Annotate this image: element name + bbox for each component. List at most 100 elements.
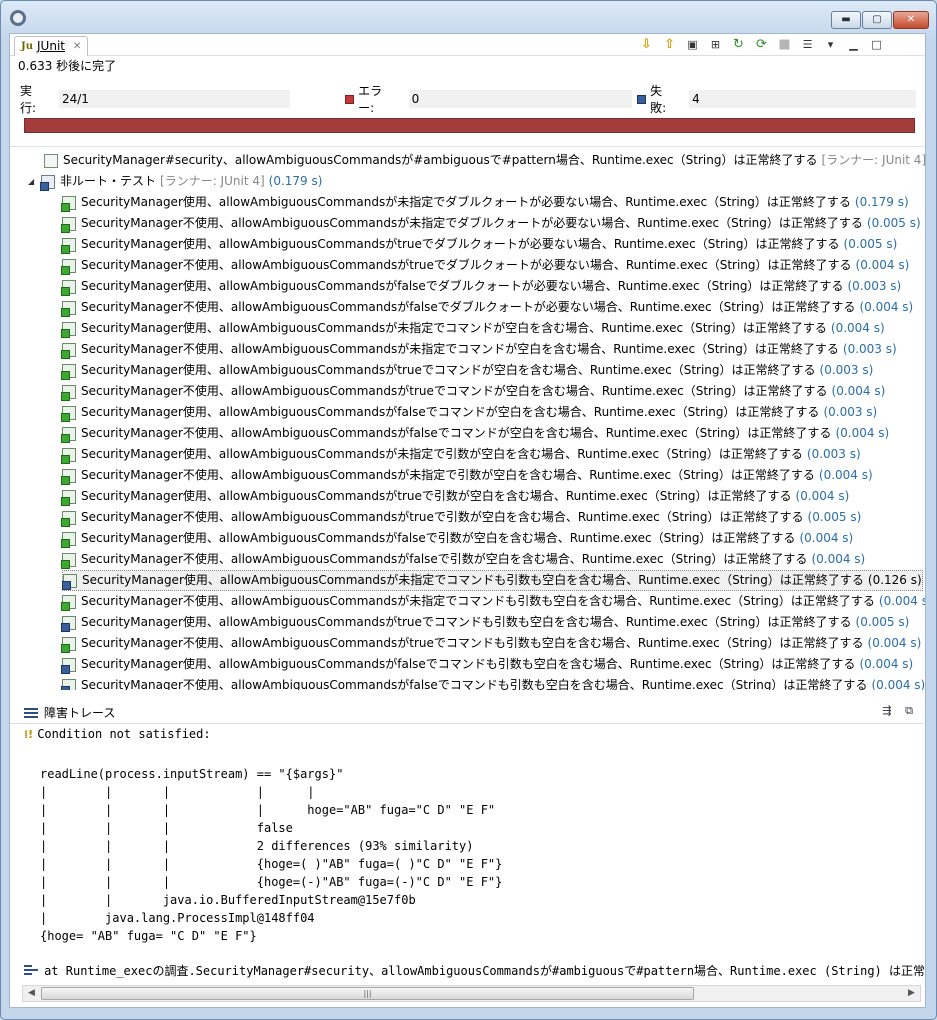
failure-icon (637, 94, 647, 104)
test-label: SecurityManager不使用、allowAmbiguousCommand… (81, 552, 808, 566)
scroll-right-icon[interactable]: ▶ (903, 986, 920, 1001)
test-row[interactable]: SecurityManager使用、allowAmbiguousCommands… (61, 528, 854, 549)
suite-label: 非ルート・テスト (60, 174, 157, 188)
test-row[interactable]: SecurityManager使用、allowAmbiguousCommands… (61, 360, 874, 381)
runner-label: [ランナー: JUnit 4] (160, 174, 265, 188)
failure-trace-title: 障害トレース (44, 706, 116, 720)
trace-tools: ⇶ ⧉ (879, 704, 917, 720)
test-row[interactable]: SecurityManager不使用、allowAmbiguousCommand… (61, 675, 925, 690)
trace-message: Condition not satisfied: (37, 727, 211, 741)
application-window: ▬ ▢ ✕ Ju JUnit ✕ ⇩ ⇧ ▣ ⊞ ↻ ⟳ ■ ☰ ▾ ▁ □ 0… (0, 0, 937, 1020)
test-passed-icon (61, 195, 76, 212)
test-row[interactable]: SecurityManager不使用、allowAmbiguousCommand… (61, 381, 885, 402)
scroll-left-icon[interactable]: ◀ (23, 986, 40, 1001)
test-row[interactable]: SecurityManager使用、allowAmbiguousCommands… (61, 612, 909, 633)
test-time: (0.004 s) (855, 258, 910, 272)
scroll-lock-icon[interactable]: ⊞ (707, 37, 724, 54)
trace-line: readLine(process.inputStream) == "{$args… (40, 767, 344, 781)
test-row[interactable]: SecurityManager使用、allowAmbiguousCommands… (61, 486, 849, 507)
test-passed-icon (61, 279, 76, 296)
trace-line: | | | false (40, 821, 293, 835)
close-window-button[interactable]: ✕ (893, 11, 929, 29)
test-row[interactable]: SecurityManager不使用、allowAmbiguousCommand… (61, 591, 925, 612)
test-row[interactable]: SecurityManager使用、allowAmbiguousCommands… (61, 402, 877, 423)
suite-row[interactable]: ◢ 非ルート・テスト [ランナー: JUnit 4] (0.179 s) (28, 171, 322, 192)
test-row[interactable]: SecurityManager使用、allowAmbiguousCommands… (61, 234, 897, 255)
test-label: SecurityManager不使用、allowAmbiguousCommand… (81, 300, 856, 314)
test-time: (0.004 s) (871, 678, 925, 690)
test-row[interactable]: SecurityManager不使用、allowAmbiguousCommand… (61, 507, 861, 528)
test-label: SecurityManager使用、allowAmbiguousCommands… (81, 237, 840, 251)
test-row[interactable]: SecurityManager不使用、allowAmbiguousCommand… (61, 465, 873, 486)
rerun-failed-first-icon[interactable]: ⟳ (753, 37, 770, 54)
test-passed-icon (61, 258, 76, 275)
test-label: SecurityManager使用、allowAmbiguousCommands… (81, 447, 803, 461)
test-passed-icon (61, 300, 76, 317)
test-label: SecurityManager不使用、allowAmbiguousCommand… (81, 510, 804, 524)
prev-failure-icon[interactable]: ⇧ (661, 37, 678, 54)
test-row[interactable]: SecurityManager不使用、allowAmbiguousCommand… (61, 213, 921, 234)
test-tree: SecurityManager#security、allowAmbiguousC… (10, 146, 925, 690)
test-failed-icon (61, 615, 76, 632)
minimize-icon[interactable]: ▁ (845, 37, 862, 54)
test-label: SecurityManager使用、allowAmbiguousCommands… (82, 573, 864, 587)
stop-icon[interactable]: ■ (776, 37, 793, 54)
test-label: SecurityManager不使用、allowAmbiguousCommand… (81, 594, 875, 608)
test-label: SecurityManager不使用、allowAmbiguousCommand… (81, 426, 832, 440)
root-test-row[interactable]: SecurityManager#security、allowAmbiguousC… (44, 150, 925, 171)
test-row[interactable]: SecurityManager使用、allowAmbiguousCommands… (61, 276, 902, 297)
test-time: (0.003 s) (847, 279, 902, 293)
show-failures-only-icon[interactable]: ▣ (684, 37, 701, 54)
test-passed-icon (61, 405, 76, 422)
test-label: SecurityManager不使用、allowAmbiguousCommand… (81, 468, 815, 482)
stack-frame-text: at Runtime_execの調査.SecurityManager#secur… (44, 963, 925, 978)
test-passed-icon (61, 489, 76, 506)
minimize-window-button[interactable]: ▬ (831, 11, 861, 29)
test-row[interactable]: SecurityManager使用、allowAmbiguousCommands… (61, 192, 909, 213)
test-time: (0.004 s) (799, 531, 854, 545)
test-passed-icon (61, 468, 76, 485)
progress-bar (24, 118, 915, 133)
next-failure-icon[interactable]: ⇩ (638, 37, 655, 54)
trace-line: | java.lang.ProcessImpl@148ff04 (40, 911, 315, 925)
test-passed-icon (61, 237, 76, 254)
rerun-icon[interactable]: ↻ (730, 37, 747, 54)
maximize-icon[interactable]: □ (868, 37, 885, 54)
filter-stack-icon[interactable]: ⇶ (879, 704, 895, 720)
stack-trace-icon (24, 707, 38, 718)
test-label: SecurityManager使用、allowAmbiguousCommands… (81, 615, 852, 629)
test-label: SecurityManager使用、allowAmbiguousCommands… (81, 279, 844, 293)
test-label: SecurityManager使用、allowAmbiguousCommands… (81, 489, 792, 503)
view-toolbar: Ju JUnit ✕ ⇩ ⇧ ▣ ⊞ ↻ ⟳ ■ ☰ ▾ ▁ □ (10, 34, 925, 56)
history-icon[interactable]: ☰ (799, 37, 816, 54)
test-passed-icon (61, 216, 76, 233)
test-time: (0.004 s) (859, 300, 914, 314)
view-menu-icon[interactable]: ▾ (822, 37, 839, 54)
test-row[interactable]: SecurityManager使用、allowAmbiguousCommands… (61, 318, 885, 339)
test-row[interactable]: SecurityManager使用、allowAmbiguousCommands… (62, 570, 923, 591)
app-icon (10, 10, 26, 26)
test-label: SecurityManager不使用、allowAmbiguousCommand… (81, 678, 868, 690)
close-icon[interactable]: ✕ (73, 37, 81, 56)
stack-frame-row[interactable]: at Runtime_execの調査.SecurityManager#secur… (10, 959, 925, 981)
horizontal-scrollbar[interactable]: ◀ ||| ▶ (22, 985, 921, 1002)
test-time: (0.003 s) (806, 447, 861, 461)
test-row[interactable]: SecurityManager不使用、allowAmbiguousCommand… (61, 297, 914, 318)
test-row[interactable]: SecurityManager使用、allowAmbiguousCommands… (61, 654, 913, 675)
test-row[interactable]: SecurityManager使用、allowAmbiguousCommands… (61, 444, 861, 465)
test-row[interactable]: SecurityManager不使用、allowAmbiguousCommand… (61, 633, 922, 654)
test-row[interactable]: SecurityManager不使用、allowAmbiguousCommand… (61, 423, 889, 444)
test-row[interactable]: SecurityManager不使用、allowAmbiguousCommand… (61, 549, 865, 570)
maximize-window-button[interactable]: ▢ (862, 11, 892, 29)
test-time: (0.004 s) (867, 636, 922, 650)
title-bar: ▬ ▢ ✕ (1, 1, 936, 33)
test-row[interactable]: SecurityManager不使用、allowAmbiguousCommand… (61, 255, 910, 276)
test-label: SecurityManager不使用、allowAmbiguousCommand… (81, 216, 863, 230)
tab-junit[interactable]: Ju JUnit ✕ (14, 36, 89, 56)
collapse-icon[interactable]: ◢ (28, 171, 38, 192)
test-time: (0.003 s) (819, 363, 874, 377)
compare-result-icon[interactable]: ⧉ (901, 704, 917, 720)
test-row[interactable]: SecurityManager不使用、allowAmbiguousCommand… (61, 339, 897, 360)
trace-message-row[interactable]: ⁞! Condition not satisfied: (24, 727, 211, 741)
scrollbar-thumb[interactable]: ||| (41, 987, 694, 1000)
